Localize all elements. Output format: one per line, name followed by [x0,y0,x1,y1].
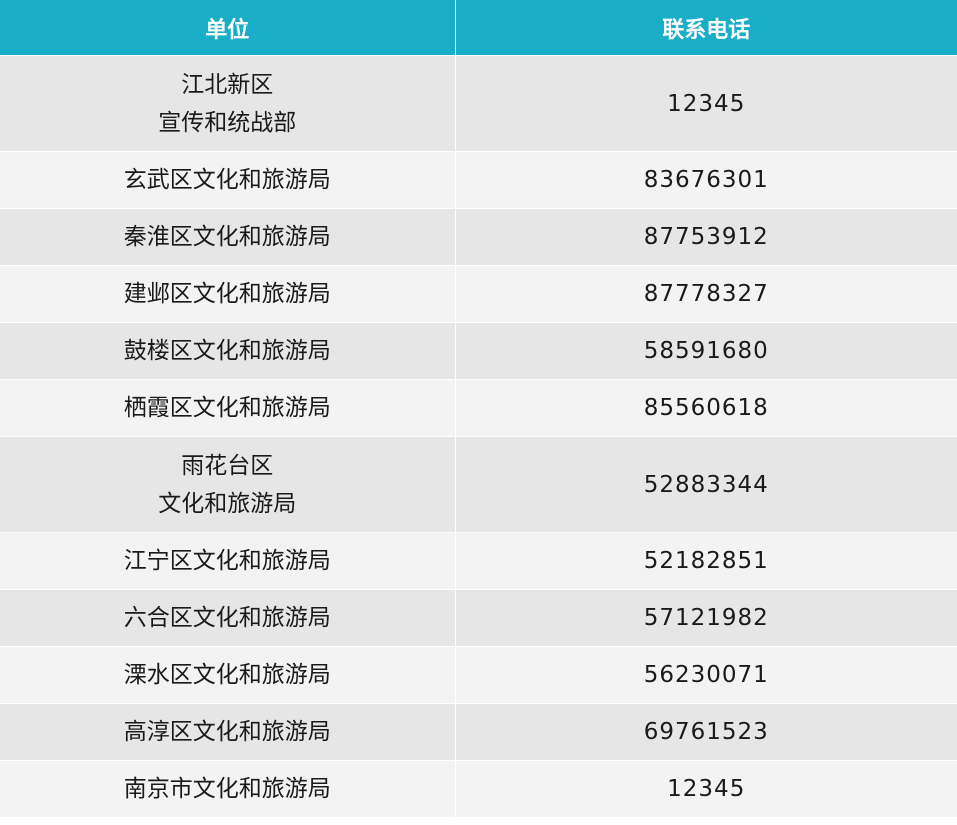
phone-cell: 85560618 [454,379,957,437]
contact-table: 单位 联系电话 江北新区 宣传和统战部 12345 玄武区文化和旅游局 8367… [0,0,957,817]
unit-line: 江北新区 [181,71,274,98]
phone-cell: 83676301 [454,151,957,209]
table-row: 溧水区文化和旅游局 56230071 [0,646,957,704]
unit-cell: 江宁区文化和旅游局 [0,532,455,590]
phone-cell: 69761523 [454,703,957,761]
phone-cell: 87778327 [454,265,957,323]
unit-cell: 高淳区文化和旅游局 [0,703,455,761]
unit-line: 文化和旅游局 [158,490,297,517]
unit-cell: 玄武区文化和旅游局 [0,151,455,209]
phone-cell: 56230071 [454,646,957,704]
phone-cell: 52883344 [454,436,957,533]
unit-line: 宣传和统战部 [158,109,297,136]
phone-cell: 12345 [454,760,957,817]
phone-cell: 57121982 [454,589,957,647]
phone-cell: 58591680 [454,322,957,380]
unit-line: 雨花台区 [181,452,274,479]
table-row: 南京市文化和旅游局 12345 [0,760,957,817]
phone-cell: 12345 [454,55,957,152]
table-row: 栖霞区文化和旅游局 85560618 [0,379,957,437]
unit-cell: 秦淮区文化和旅游局 [0,208,455,266]
unit-cell: 鼓楼区文化和旅游局 [0,322,455,380]
unit-cell: 雨花台区 文化和旅游局 [0,436,455,533]
header-unit: 单位 [0,0,455,56]
unit-cell: 溧水区文化和旅游局 [0,646,455,704]
phone-cell: 87753912 [454,208,957,266]
table-row: 江宁区文化和旅游局 52182851 [0,532,957,590]
table-row: 玄武区文化和旅游局 83676301 [0,151,957,209]
table-row: 鼓楼区文化和旅游局 58591680 [0,322,957,380]
table-row: 秦淮区文化和旅游局 87753912 [0,208,957,266]
unit-cell: 南京市文化和旅游局 [0,760,455,817]
unit-cell: 江北新区 宣传和统战部 [0,55,455,152]
unit-cell: 建邺区文化和旅游局 [0,265,455,323]
table-row: 雨花台区 文化和旅游局 52883344 [0,436,957,533]
table-row: 六合区文化和旅游局 57121982 [0,589,957,647]
header-phone: 联系电话 [454,0,957,56]
unit-cell: 六合区文化和旅游局 [0,589,455,647]
table-row: 江北新区 宣传和统战部 12345 [0,55,957,152]
phone-cell: 52182851 [454,532,957,590]
header-row: 单位 联系电话 [0,0,957,56]
table-row: 高淳区文化和旅游局 69761523 [0,703,957,761]
unit-cell: 栖霞区文化和旅游局 [0,379,455,437]
table-row: 建邺区文化和旅游局 87778327 [0,265,957,323]
